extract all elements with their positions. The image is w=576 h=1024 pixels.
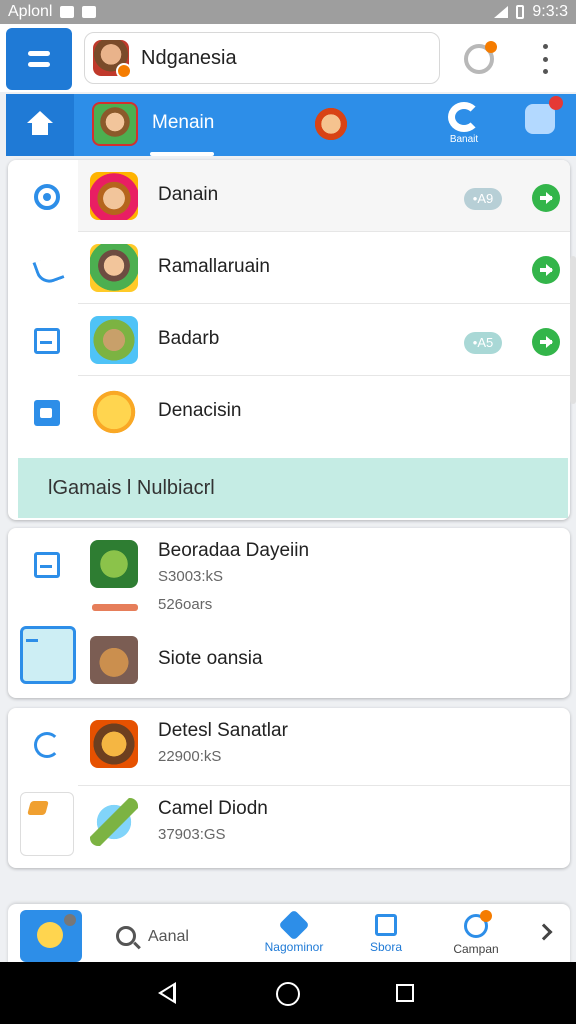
- game-thumbnail: [90, 720, 138, 768]
- avatar: [93, 40, 132, 79]
- list-item[interactable]: Danain •A9: [8, 160, 570, 232]
- tab-indicator: [150, 152, 214, 156]
- list-item-title: Badarb: [158, 328, 220, 349]
- smiley-thumbnail: [90, 388, 138, 436]
- swap-arrows-icon[interactable]: [20, 792, 74, 856]
- game-thumbnail: [90, 172, 138, 220]
- go-arrow-button[interactable]: [532, 184, 560, 212]
- tab-game-avatar[interactable]: [92, 102, 138, 146]
- list-item[interactable]: Siote oansia: [8, 624, 570, 696]
- document-icon: [34, 328, 60, 354]
- list-item[interactable]: Badarb •A5: [8, 304, 570, 376]
- nav-item-sbora[interactable]: Sbora: [354, 914, 418, 954]
- list-item-subtitle: 37903:GS: [158, 826, 226, 843]
- list-item-subtitle: S3003:kS: [158, 568, 224, 585]
- list-item-title: Beoradaa Dayeiin: [158, 540, 310, 561]
- game-thumbnail: [90, 636, 138, 684]
- search-value: Ndganesia: [141, 46, 237, 69]
- home-icon: [27, 111, 53, 136]
- robot-icon: [525, 96, 563, 134]
- tab-robot[interactable]: [518, 96, 563, 148]
- menu-button[interactable]: [6, 28, 72, 90]
- list-item-meta: 526oars: [158, 596, 213, 613]
- gauge-icon: [464, 910, 492, 938]
- download-progress: [92, 604, 138, 611]
- tab-home[interactable]: [6, 94, 74, 156]
- back-icon[interactable]: [158, 982, 176, 1004]
- dot-icon: [542, 56, 548, 62]
- list-item[interactable]: Denacisin: [8, 376, 570, 448]
- secondary-list-card: Beoradaa Dayeiin S3003:kS 526oars Siote …: [8, 528, 570, 698]
- go-arrow-button[interactable]: [532, 256, 560, 284]
- bottom-bar: Aanal Nagominor Sbora Campan: [8, 904, 570, 966]
- recent-apps-icon[interactable]: [396, 984, 414, 1002]
- more-options-button[interactable]: [538, 44, 552, 74]
- hamburger-icon-line: [28, 62, 50, 67]
- nav-item-label: Sbora: [369, 940, 403, 954]
- profile-avatar-button[interactable]: [20, 910, 82, 962]
- status-badge: •A9: [464, 188, 502, 210]
- system-nav-bar: [0, 962, 576, 1024]
- dot-icon: [542, 69, 548, 74]
- battery-icon: [516, 5, 525, 19]
- go-arrow-button[interactable]: [532, 328, 560, 356]
- game-thumbnail: [90, 316, 138, 364]
- list-item-title: Danain: [158, 184, 219, 205]
- chevron-right-icon[interactable]: [535, 923, 553, 941]
- game-thumbnail: [90, 244, 138, 292]
- status-badge: •A5: [464, 332, 502, 354]
- shield-icon: [278, 909, 310, 941]
- search-field[interactable]: Ndganesia: [84, 32, 440, 84]
- image-icon: [82, 6, 97, 18]
- list-item[interactable]: Camel Diodn 37903:GS: [8, 786, 570, 866]
- box-icon: [375, 914, 397, 936]
- message-icon: [60, 6, 75, 18]
- search-icon[interactable]: [116, 926, 136, 946]
- sync-icon[interactable]: [464, 41, 497, 74]
- chart-icon: [34, 400, 60, 426]
- primary-list-card: Danain •A9 Ramallaruain Badarb •A5 Denac…: [8, 160, 570, 520]
- list-item[interactable]: Ramallaruain: [8, 232, 570, 304]
- nav-item-label: Nagominor: [264, 940, 324, 954]
- carrier-label: Aplonl: [8, 3, 53, 20]
- home-circle-icon[interactable]: [276, 982, 300, 1006]
- tab-extra[interactable]: Banait: [442, 102, 486, 148]
- document-icon-selected[interactable]: [20, 626, 76, 684]
- clock: 9:3:3: [532, 3, 568, 20]
- list-item-subtitle: 22900:kS: [158, 748, 222, 765]
- list-item-title: Camel Diodn: [158, 798, 268, 819]
- nav-item-nagominor[interactable]: Nagominor: [254, 909, 334, 954]
- nav-item-label: Campan: [453, 942, 499, 956]
- chat-bubble-icon: [34, 732, 60, 758]
- tab-active-label[interactable]: Menain: [152, 112, 214, 134]
- document-icon: [34, 552, 60, 578]
- list-item-title: Siote oansia: [158, 648, 263, 669]
- list-item[interactable]: Beoradaa Dayeiin S3003:kS 526oars: [8, 528, 570, 620]
- dot-icon: [542, 44, 548, 49]
- status-bar: Aplonl 9:3:3: [0, 0, 576, 24]
- plane-thumbnail: [90, 798, 138, 846]
- list-item-title: Ramallaruain: [158, 256, 270, 277]
- progress-fill: [92, 604, 138, 611]
- target-icon: [34, 184, 60, 210]
- info-banner[interactable]: lGamais l Nulbiacrl: [18, 458, 568, 518]
- hamburger-icon: [28, 51, 50, 56]
- list-item-title: Detesl Sanatlar: [158, 720, 288, 741]
- scrollbar[interactable]: [570, 256, 576, 404]
- tab-bar: Menain Banait: [6, 94, 576, 156]
- tertiary-list-card: Detesl Sanatlar 22900:kS Camel Diodn 379…: [8, 708, 570, 868]
- nav-item-campan[interactable]: Campan: [440, 910, 512, 956]
- game-thumbnail: [90, 540, 138, 588]
- app-bar: Ndganesia: [0, 24, 576, 92]
- c-logo-icon: [448, 102, 480, 132]
- tab-character[interactable]: [308, 102, 354, 146]
- list-item-title: Denacisin: [158, 400, 242, 421]
- tab-extra-label: Banait: [449, 134, 479, 145]
- list-item[interactable]: Detesl Sanatlar 22900:kS: [8, 708, 570, 786]
- signal-icon: [494, 6, 509, 18]
- phone-icon: [34, 256, 60, 282]
- bottom-search-label[interactable]: Aanal: [148, 928, 189, 946]
